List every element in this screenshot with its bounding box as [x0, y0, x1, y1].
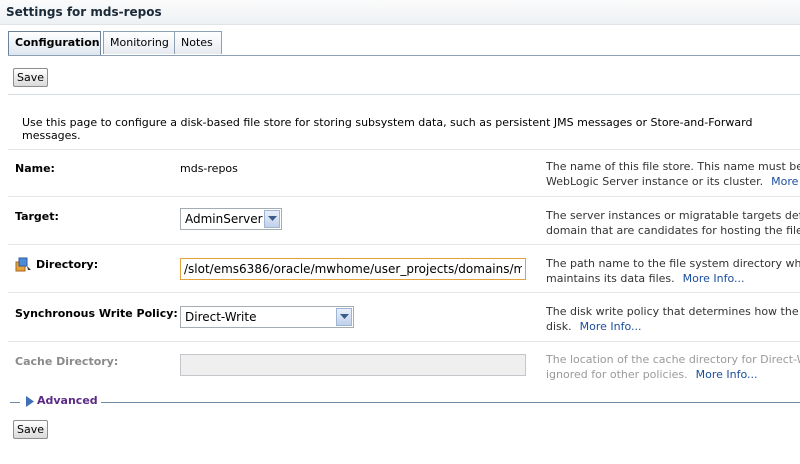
target-selected-value: AdminServer [185, 212, 263, 226]
page-description: Use this page to configure a disk-based … [22, 116, 753, 142]
required-field-icon [15, 257, 33, 276]
write-policy-help-line2: disk. [546, 320, 572, 333]
divider [8, 244, 800, 245]
directory-more-info-link[interactable]: More Info... [683, 272, 745, 285]
target-help: The server instances or migratable targe… [546, 208, 800, 238]
name-help-line1: The name of this file store. This name m… [546, 160, 800, 173]
advanced-toggle[interactable]: Advanced [37, 394, 98, 407]
tab-underline [8, 55, 800, 56]
directory-help-line1: The path name to the file system directo… [546, 257, 800, 270]
title-bar: Settings for mds-repos [0, 0, 800, 25]
cache-directory-help: The location of the cache directory for … [546, 352, 800, 382]
write-policy-select[interactable]: Direct-Write [180, 306, 354, 328]
name-more-info-link[interactable]: More Info [771, 175, 800, 188]
save-button-top[interactable]: Save [13, 68, 48, 87]
divider [8, 292, 800, 293]
directory-help: The path name to the file system directo… [546, 256, 800, 286]
write-policy-help-line1: The disk write policy that determines ho… [546, 305, 800, 318]
name-label: Name: [15, 162, 55, 175]
name-value: mds-repos [180, 162, 238, 175]
divider [8, 341, 800, 342]
cache-directory-help-line1: The location of the cache directory for … [546, 353, 800, 366]
directory-input[interactable] [180, 258, 526, 280]
write-policy-label: Synchronous Write Policy: [15, 307, 178, 320]
chevron-down-icon[interactable] [264, 210, 280, 228]
name-help: The name of this file store. This name m… [546, 159, 800, 189]
advanced-divider-right [101, 402, 800, 403]
divider [8, 94, 800, 95]
write-policy-help: The disk write policy that determines ho… [546, 304, 800, 334]
target-help-line1: The server instances or migratable targe… [546, 209, 800, 222]
write-policy-selected-value: Direct-Write [185, 310, 257, 324]
tab-monitoring[interactable]: Monitoring [103, 31, 175, 54]
advanced-divider-left [10, 402, 20, 403]
chevron-down-icon[interactable] [336, 308, 352, 326]
divider [8, 149, 800, 150]
target-label: Target: [15, 210, 59, 223]
divider [8, 196, 800, 197]
save-button-bottom[interactable]: Save [13, 420, 48, 439]
cache-directory-more-info-link[interactable]: More Info... [696, 368, 758, 381]
directory-help-line2: maintains its data files. [546, 272, 675, 285]
cache-directory-label: Cache Directory: [15, 355, 119, 368]
target-select[interactable]: AdminServer [180, 208, 282, 230]
expand-triangle-icon[interactable] [26, 396, 34, 410]
directory-label: Directory: [36, 258, 99, 271]
tab-notes[interactable]: Notes [174, 31, 222, 54]
write-policy-more-info-link[interactable]: More Info... [580, 320, 642, 333]
cache-directory-help-line2: ignored for other policies. [546, 368, 688, 381]
page-title: Settings for mds-repos [6, 5, 162, 19]
tab-configuration[interactable]: Configuration [8, 31, 101, 56]
name-help-line2: WebLogic Server instance or its cluster. [546, 175, 764, 188]
target-help-line2: domain that are candidates for hosting t… [546, 224, 800, 237]
cache-directory-input [180, 354, 526, 376]
